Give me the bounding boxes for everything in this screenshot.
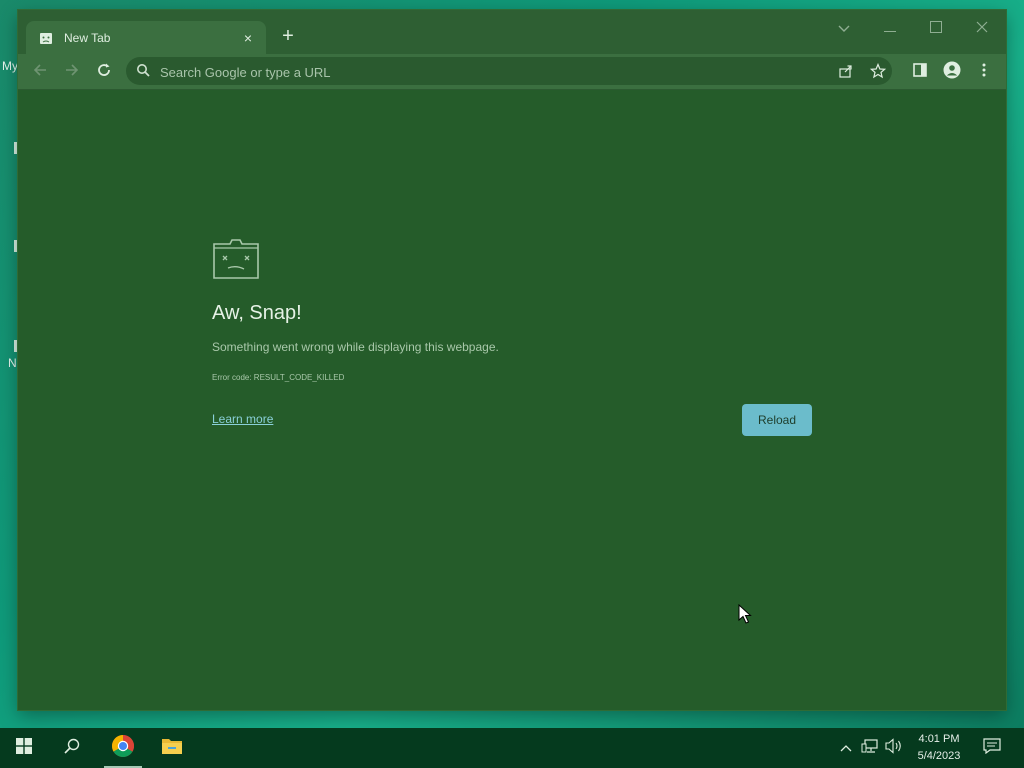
desktop-icon-label: My — [2, 59, 18, 73]
start-button[interactable] — [4, 728, 44, 768]
tab-close-button[interactable]: × — [238, 28, 258, 48]
side-panel-button[interactable] — [906, 58, 934, 86]
star-icon[interactable] — [868, 61, 888, 81]
minimize-icon — [884, 20, 896, 38]
clock-time: 4:01 PM — [918, 733, 960, 745]
action-center-button[interactable] — [982, 737, 1002, 759]
mouse-cursor-icon — [738, 603, 752, 624]
taskbar-clock[interactable]: 4:01 PM 5/4/2023 — [908, 731, 970, 765]
folder-icon — [161, 737, 183, 760]
reload-toolbar-button[interactable] — [90, 58, 118, 86]
show-hidden-icons-button[interactable] — [836, 738, 856, 758]
tab-new-tab[interactable]: New Tab × — [26, 21, 266, 54]
share-icon[interactable] — [836, 61, 856, 81]
reload-button[interactable]: Reload — [742, 404, 812, 436]
windows-logo-icon — [16, 737, 32, 759]
close-window-button[interactable] — [962, 14, 1002, 44]
back-button[interactable] — [26, 58, 54, 86]
chrome-icon — [111, 734, 135, 763]
sad-folder-icon — [212, 238, 260, 280]
maximize-icon — [930, 20, 942, 38]
profile-button[interactable] — [938, 58, 966, 86]
maximize-button[interactable] — [916, 14, 956, 44]
minimize-button[interactable] — [870, 14, 910, 44]
speaker-icon — [885, 737, 903, 759]
close-icon — [976, 20, 988, 38]
network-icon — [861, 738, 879, 759]
taskbar-chrome[interactable] — [104, 728, 142, 768]
error-description: Something went wrong while displaying th… — [212, 340, 499, 354]
arrow-right-icon — [64, 62, 80, 83]
clock-date: 5/4/2023 — [917, 750, 961, 762]
forward-button[interactable] — [58, 58, 86, 86]
taskbar-search-button[interactable] — [52, 728, 92, 768]
chevron-down-icon — [838, 20, 850, 38]
tab-search-button[interactable] — [824, 14, 864, 44]
refresh-icon — [96, 62, 112, 83]
network-status-button[interactable] — [860, 738, 880, 758]
sad-tab-icon — [38, 30, 54, 46]
title-bar: New Tab × + — [18, 10, 1006, 54]
toolbar — [18, 54, 1006, 90]
taskbar-file-explorer[interactable] — [152, 728, 192, 768]
more-vertical-icon — [982, 63, 986, 82]
menu-button[interactable] — [970, 58, 998, 86]
learn-more-link[interactable]: Learn more — [212, 412, 273, 426]
taskbar: 4:01 PM 5/4/2023 — [0, 728, 1024, 768]
profile-icon — [943, 61, 961, 84]
new-tab-button[interactable]: + — [276, 24, 300, 48]
arrow-left-icon — [32, 62, 48, 83]
error-code: Error code: RESULT_CODE_KILLED — [212, 373, 345, 382]
address-bar[interactable] — [126, 57, 892, 87]
volume-button[interactable] — [884, 737, 904, 759]
chevron-up-icon — [840, 739, 852, 757]
desktop-icon-label: N — [8, 356, 17, 370]
search-icon — [64, 738, 80, 759]
tab-title: New Tab — [64, 30, 111, 45]
browser-window: New Tab × + Search Google or type a URL … — [18, 10, 1006, 710]
error-title: Aw, Snap! — [212, 302, 302, 324]
notification-icon — [983, 737, 1001, 759]
side-panel-icon — [913, 62, 927, 82]
page-content: Aw, Snap! Something went wrong while dis… — [18, 90, 1006, 710]
address-input[interactable] — [158, 57, 802, 87]
search-icon — [136, 63, 152, 79]
